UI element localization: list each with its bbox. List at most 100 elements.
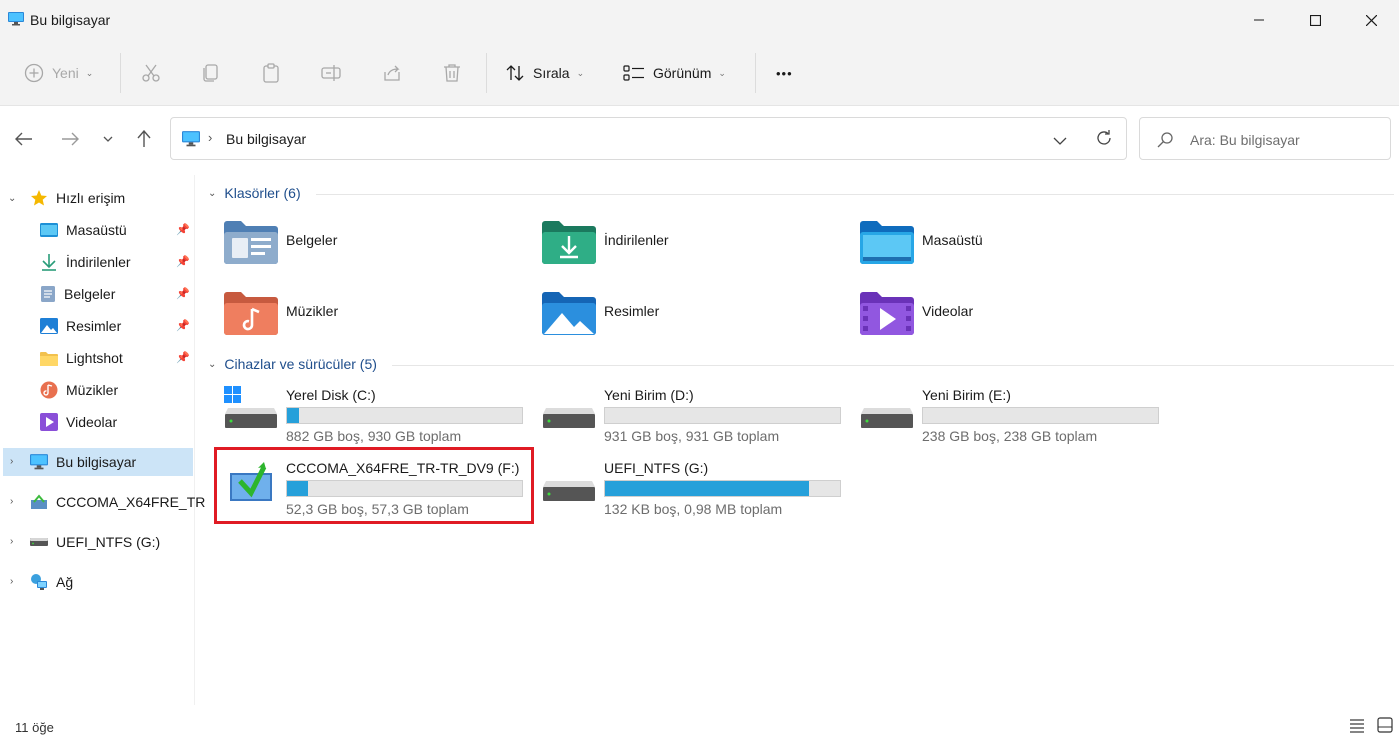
drives-section-header[interactable]: ⌄ Cihazlar ve sürücüler (5) xyxy=(208,356,377,372)
section-divider xyxy=(392,365,1394,366)
folder-name: Resimler xyxy=(604,303,660,319)
new-label: Yeni xyxy=(52,65,79,81)
folder-documents[interactable]: Belgeler xyxy=(224,220,524,278)
sidebar-item-downloads[interactable]: İndirilenler xyxy=(40,248,131,276)
cut-button[interactable] xyxy=(141,58,161,88)
downloads-folder-icon xyxy=(542,221,596,264)
expand-chevron-icon[interactable]: › xyxy=(10,456,13,467)
sidebar-item-desktop[interactable]: Masaüstü xyxy=(40,216,127,244)
chevron-down-icon: ⌄ xyxy=(576,67,585,78)
sidebar-item-this-pc[interactable]: Bu bilgisayar xyxy=(30,448,136,476)
back-button[interactable] xyxy=(10,125,38,153)
windows-drive-icon xyxy=(224,386,277,428)
sidebar-item-music[interactable]: Müzikler xyxy=(40,376,118,404)
drive-name: Yerel Disk (C:) xyxy=(286,387,376,403)
view-label: Görünüm xyxy=(653,65,712,81)
folder-videos[interactable]: Videolar xyxy=(860,291,1160,349)
folder-pictures[interactable]: Resimler xyxy=(542,291,842,349)
section-divider xyxy=(316,194,1394,195)
expand-chevron-icon[interactable]: › xyxy=(10,496,13,507)
toolbar-divider xyxy=(120,53,121,93)
details-view-icon[interactable] xyxy=(1349,717,1367,735)
more-options-button[interactable]: ••• xyxy=(776,58,793,88)
window-title: Bu bilgisayar xyxy=(30,12,111,28)
drives-section-title: Cihazlar ve sürücüler (5) xyxy=(224,356,377,372)
scissors-icon xyxy=(142,64,160,82)
new-button[interactable]: Yeni ⌄ xyxy=(24,58,93,88)
drive-name: Yeni Birim (D:) xyxy=(604,387,694,403)
close-button[interactable] xyxy=(1343,0,1399,40)
share-button[interactable] xyxy=(382,58,402,88)
sidebar-item-usb-drive[interactable]: CCCOMA_X64FRE_TR xyxy=(30,488,205,516)
paste-button[interactable] xyxy=(261,58,281,88)
annotation-highlight-box xyxy=(214,447,534,524)
address-bar[interactable]: › Bu bilgisayar xyxy=(170,117,1127,160)
drive-c[interactable]: Yerel Disk (C:) 882 GB boş, 930 GB topla… xyxy=(224,384,534,454)
network-icon xyxy=(31,574,47,590)
drive-usage-fill xyxy=(287,408,299,423)
drive-usage-bar xyxy=(604,407,841,424)
sidebar-item-pictures[interactable]: Resimler xyxy=(40,312,121,340)
minimize-button[interactable] xyxy=(1231,0,1287,40)
delete-button[interactable] xyxy=(442,58,462,88)
download-icon xyxy=(42,254,56,271)
music-icon xyxy=(40,381,58,399)
folder-icon xyxy=(40,351,58,366)
collapse-chevron-icon: ⌄ xyxy=(208,187,217,199)
documents-icon xyxy=(41,286,55,302)
expand-chevron-icon[interactable]: › xyxy=(10,576,13,587)
videos-icon xyxy=(40,413,58,431)
large-icons-view-icon[interactable] xyxy=(1377,717,1395,735)
rename-icon xyxy=(321,65,341,81)
folder-name: Müzikler xyxy=(286,303,339,319)
expand-chevron-icon[interactable]: › xyxy=(10,536,13,547)
expand-chevron-icon[interactable]: ⌄ xyxy=(8,193,16,204)
rename-button[interactable] xyxy=(321,58,343,88)
drive-d[interactable]: Yeni Birim (D:) 931 GB boş, 931 GB topla… xyxy=(542,384,852,454)
pictures-icon xyxy=(40,318,58,334)
sidebar-item-network[interactable]: Ağ xyxy=(30,568,73,596)
folder-music[interactable]: Müzikler xyxy=(224,291,524,349)
sidebar-item-label: Videolar xyxy=(66,414,118,430)
sidebar-item-quick-access[interactable]: Hızlı erişim xyxy=(30,184,125,212)
sidebar-item-lightshot[interactable]: Lightshot xyxy=(40,344,123,372)
sidebar-item-videos[interactable]: Videolar xyxy=(40,408,117,436)
trash-icon xyxy=(444,64,460,82)
folders-section-header[interactable]: ⌄ Klasörler (6) xyxy=(208,185,301,201)
recent-locations-button[interactable] xyxy=(94,125,122,153)
breadcrumb-location[interactable]: Bu bilgisayar xyxy=(226,131,306,147)
refresh-icon[interactable] xyxy=(1095,129,1113,150)
title-bar: Bu bilgisayar xyxy=(0,0,1399,40)
maximize-button[interactable] xyxy=(1287,0,1343,40)
view-button[interactable]: Görünüm ⌄ xyxy=(623,58,726,88)
sidebar-item-label: Ağ xyxy=(56,574,74,590)
folder-desktop[interactable]: Masaüstü xyxy=(860,220,1160,278)
drive-usage-bar xyxy=(922,407,1159,424)
clipboard-icon xyxy=(263,63,279,83)
chevron-down-icon: ⌄ xyxy=(718,67,726,78)
pin-icon: 📌 xyxy=(176,288,190,300)
sort-button[interactable]: Sırala ⌄ xyxy=(505,58,584,88)
folders-section-title: Klasörler (6) xyxy=(224,185,301,201)
drive-usage-bar xyxy=(604,480,841,497)
sidebar-item-label: Bu bilgisayar xyxy=(56,454,137,470)
drive-usage-fill xyxy=(605,481,810,496)
search-icon xyxy=(1157,132,1173,151)
folder-downloads[interactable]: İndirilenler xyxy=(542,220,842,278)
drive-space-info: 238 GB boş, 238 GB toplam xyxy=(922,428,1098,444)
drive-g[interactable]: UEFI_NTFS (G:) 132 KB boş, 0,98 MB topla… xyxy=(542,457,852,527)
address-dropdown-icon[interactable] xyxy=(1053,133,1067,149)
sidebar-item-label: Resimler xyxy=(66,318,122,334)
sidebar-item-label: Lightshot xyxy=(66,350,123,366)
search-placeholder: Ara: Bu bilgisayar xyxy=(1190,132,1300,148)
search-input[interactable]: Ara: Bu bilgisayar xyxy=(1139,117,1391,160)
pin-icon: 📌 xyxy=(176,320,190,332)
pin-icon: 📌 xyxy=(176,256,190,268)
sidebar-item-documents[interactable]: Belgeler xyxy=(40,280,115,308)
sidebar-item-uefi-drive[interactable]: UEFI_NTFS (G:) xyxy=(30,528,160,556)
up-button[interactable] xyxy=(130,125,158,153)
drive-e[interactable]: Yeni Birim (E:) 238 GB boş, 238 GB topla… xyxy=(860,384,1170,454)
copy-button[interactable] xyxy=(201,58,221,88)
folder-name: Videolar xyxy=(922,303,974,319)
forward-button[interactable] xyxy=(56,125,84,153)
